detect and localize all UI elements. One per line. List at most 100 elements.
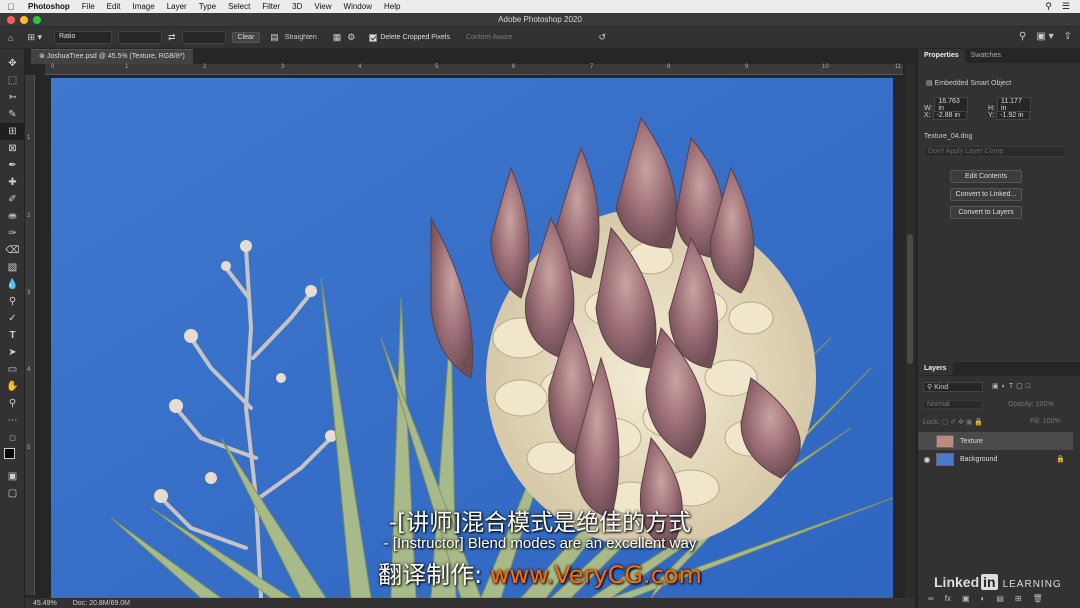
menu-file[interactable]: File	[76, 2, 101, 11]
reset-icon[interactable]: ↺	[599, 32, 607, 43]
close-window-button[interactable]	[7, 16, 15, 24]
healing-brush-tool-icon[interactable]: ✚	[0, 174, 25, 191]
tab-properties[interactable]: Properties	[918, 49, 965, 63]
menu-filter[interactable]: Filter	[256, 2, 286, 11]
apple-icon[interactable]: 	[0, 2, 22, 12]
home-icon[interactable]: ⌂	[8, 33, 13, 43]
zoom-window-button[interactable]	[33, 16, 41, 24]
menu-edit[interactable]: Edit	[101, 2, 127, 11]
crop-tool-preset-icon[interactable]: ⊞ ▾	[27, 32, 42, 43]
quick-mask-icon[interactable]: ▣	[0, 468, 25, 485]
straighten-icon[interactable]: ▤	[270, 32, 279, 43]
menu-layer[interactable]: Layer	[161, 2, 193, 11]
layer-row-background[interactable]: ◉ Background 🔒	[918, 450, 1073, 468]
dodge-tool-icon[interactable]: ⚲	[0, 293, 25, 310]
ratio-height-input[interactable]	[181, 31, 226, 44]
tab-layers[interactable]: Layers	[918, 362, 953, 375]
menu-select[interactable]: Select	[222, 2, 256, 11]
frame-tool-icon[interactable]: ⊠	[0, 140, 25, 157]
straighten-label[interactable]: Straighten	[285, 34, 317, 41]
layer-filter-icons[interactable]: ▣◐T▢□	[992, 382, 1033, 390]
swap-icon[interactable]: ⇄	[168, 32, 176, 43]
history-brush-tool-icon[interactable]: ✑	[0, 225, 25, 242]
zoom-level[interactable]: 45.49%	[33, 600, 57, 607]
ratio-width-input[interactable]	[118, 31, 162, 44]
gradient-tool-icon[interactable]: ▧	[0, 259, 25, 276]
type-tool-icon[interactable]: T	[0, 327, 25, 344]
x-input[interactable]: -2.88 in	[932, 111, 967, 120]
scrollbar-thumb[interactable]	[907, 234, 913, 364]
layer-name[interactable]: Background	[960, 456, 997, 463]
workspace-icon[interactable]: ▣ ▾	[1036, 31, 1053, 42]
rectangle-tool-icon[interactable]: ▭	[0, 361, 25, 378]
ruler-tick: 3	[27, 290, 31, 296]
lasso-tool-icon[interactable]: ➳	[0, 89, 25, 106]
foreground-color[interactable]	[4, 448, 15, 459]
layer-name[interactable]: Texture	[960, 438, 983, 445]
doc-size[interactable]: Doc: 20.8M/69.0M	[73, 600, 130, 607]
ratio-select[interactable]: Ratio	[54, 31, 112, 44]
layer-filter-kind[interactable]: ⚲ Kind	[923, 382, 983, 392]
link-layers-icon[interactable]: ∞	[928, 594, 934, 603]
edit-contents-button[interactable]: Edit Contents	[950, 170, 1022, 183]
quick-select-tool-icon[interactable]: ✎	[0, 106, 25, 123]
eraser-tool-icon[interactable]: ⌫	[0, 242, 25, 259]
pen-tool-icon[interactable]: ✓	[0, 310, 25, 327]
menu-photoshop[interactable]: Photoshop	[22, 2, 76, 11]
search-icon[interactable]: ⚲	[1019, 31, 1026, 42]
zoom-tool-icon[interactable]: ⚲	[0, 395, 25, 412]
add-mask-icon[interactable]: ▣	[962, 594, 970, 603]
menu-image[interactable]: Image	[126, 2, 160, 11]
crop-tool-icon[interactable]: ⊞	[0, 123, 25, 140]
delete-cropped-checkbox[interactable]: Delete Cropped Pixels	[369, 33, 450, 42]
clone-stamp-tool-icon[interactable]: ⛂	[0, 208, 25, 225]
overlay-grid-icon[interactable]: ▦	[333, 32, 342, 43]
spotlight-icon[interactable]: ⚲	[1045, 1, 1052, 12]
path-selection-tool-icon[interactable]: ➤	[0, 344, 25, 361]
canvas-scrollbar[interactable]	[905, 64, 915, 598]
tab-swatches[interactable]: Swatches	[965, 49, 1007, 63]
layer-row-texture[interactable]: Texture	[918, 432, 1073, 450]
eye-icon[interactable]: ◉	[918, 455, 936, 464]
menu-3d[interactable]: 3D	[286, 2, 308, 11]
menu-type[interactable]: Type	[193, 2, 222, 11]
move-tool-icon[interactable]: ✥	[0, 55, 25, 72]
trash-icon[interactable]: 🗑	[1033, 594, 1043, 603]
eyedropper-tool-icon[interactable]: ✒	[0, 157, 25, 174]
ruler-tick: 4	[27, 367, 31, 373]
ruler-tick: 1	[125, 64, 129, 70]
convert-to-layers-button[interactable]: Convert to Layers	[950, 206, 1022, 219]
hand-tool-icon[interactable]: ✋	[0, 378, 25, 395]
menu-view[interactable]: View	[308, 2, 337, 11]
marquee-tool-icon[interactable]: ⬚	[0, 72, 25, 89]
convert-to-linked-button[interactable]: Convert to Linked...	[950, 188, 1022, 201]
blur-tool-icon[interactable]: 💧	[0, 276, 25, 293]
layer-filter-label: Kind	[934, 384, 949, 391]
close-tab-icon[interactable]: ⊗	[39, 53, 45, 60]
minimize-window-button[interactable]	[20, 16, 28, 24]
brush-tool-icon[interactable]: ✐	[0, 191, 25, 208]
opacity-input[interactable]: 100%	[1036, 401, 1054, 408]
credit-url: www.VeryCG.com	[489, 561, 702, 589]
blend-mode-select[interactable]: Normal	[923, 400, 983, 409]
default-colors-icon[interactable]: ▢	[0, 429, 25, 446]
document-tab[interactable]: ⊗ JoshuaTree.psd @ 45.5% (Texture, RGB/8…	[31, 49, 193, 64]
fill-input[interactable]: 100%	[1043, 418, 1061, 425]
menu-help[interactable]: Help	[378, 2, 406, 11]
fx-icon[interactable]: fx	[945, 594, 951, 603]
menu-extras-icon[interactable]: ☰	[1062, 1, 1070, 12]
new-group-icon[interactable]: ▤	[996, 594, 1004, 603]
layer-comp-select[interactable]: Don't Apply Layer Comp	[924, 146, 1066, 157]
new-layer-icon[interactable]: ⊞	[1015, 594, 1022, 603]
screen-mode-icon[interactable]: ▢	[0, 485, 25, 502]
share-icon[interactable]: ⇪	[1064, 31, 1072, 42]
clear-button[interactable]: Clear	[231, 32, 261, 43]
content-aware-checkbox[interactable]: Content-Aware	[466, 34, 513, 41]
y-input[interactable]: -1.92 in	[996, 111, 1031, 120]
color-swatches[interactable]	[0, 446, 24, 468]
gear-icon[interactable]: ⚙	[347, 32, 355, 43]
lock-icons[interactable]: ▢ ✐ ✥ ▣ 🔒	[942, 419, 983, 426]
adjustment-layer-icon[interactable]: ◐	[981, 594, 986, 603]
more-tools-icon[interactable]: ⋯	[0, 412, 25, 429]
menu-window[interactable]: Window	[338, 2, 378, 11]
